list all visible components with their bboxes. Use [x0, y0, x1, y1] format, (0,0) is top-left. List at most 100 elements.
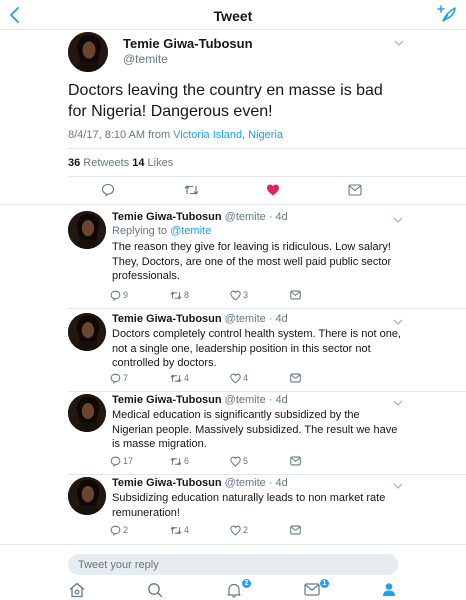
tab-search[interactable] — [147, 582, 167, 600]
author-name[interactable]: Temie Giwa-Tubosun — [112, 394, 222, 406]
author-name[interactable]: Temie Giwa-Tubosun — [112, 477, 222, 489]
like-button[interactable]: 5 — [230, 455, 248, 467]
reply-count: 17 — [123, 456, 134, 466]
tweet-metadata: 8/4/17, 8:10 AM from Victoria Island, Ni… — [68, 129, 283, 141]
retweet-button[interactable]: 8 — [170, 289, 189, 301]
tab-profile[interactable] — [382, 582, 402, 600]
retweet-count: 4 — [184, 373, 190, 383]
avatar[interactable] — [68, 394, 106, 432]
divider — [68, 474, 466, 475]
retweet-button[interactable]: 6 — [170, 455, 189, 467]
reply-actions: 9 8 3 — [110, 289, 310, 303]
direct-message-button[interactable] — [290, 289, 301, 301]
divider — [68, 391, 466, 392]
tweet-location[interactable]: Victoria Island, Nigeria — [173, 129, 283, 141]
tab-home[interactable] — [68, 582, 88, 600]
reply-actions: 7 4 4 — [110, 372, 310, 386]
like-count: 3 — [243, 290, 249, 300]
replying-to-handle[interactable]: @temite — [170, 225, 211, 237]
retweets-label[interactable]: Retweets — [80, 157, 132, 169]
chevron-down-icon[interactable] — [392, 482, 404, 490]
navigation-bar: Tweet — [0, 0, 466, 30]
author-handle-time: @temite · 4d — [221, 313, 288, 325]
like-count: 2 — [243, 525, 249, 535]
like-button[interactable]: 3 — [230, 289, 248, 301]
person-icon — [383, 583, 395, 596]
avatar[interactable] — [68, 477, 106, 515]
avatar[interactable] — [68, 313, 106, 351]
home-icon — [69, 582, 85, 598]
reply-actions: 17 6 5 — [110, 455, 310, 469]
tweet-timestamp: 8/4/17, 8:10 AM from — [68, 129, 174, 141]
retweet-button[interactable]: 4 — [170, 372, 189, 384]
author-name[interactable]: Temie Giwa-Tubosun — [123, 36, 253, 51]
reply-header: Temie Giwa-Tubosun @temite · 4d — [112, 394, 288, 406]
reply-input[interactable] — [68, 554, 398, 575]
direct-message-button[interactable] — [290, 455, 301, 467]
chevron-down-icon[interactable] — [392, 216, 404, 224]
reply-count: 7 — [123, 373, 129, 383]
retweet-button[interactable]: 4 — [170, 524, 189, 536]
reply-button[interactable]: 7 — [110, 372, 128, 384]
replying-to-label: Replying to — [112, 225, 171, 237]
author-handle-time: @temite · 4d — [221, 211, 288, 223]
like-icon-filled[interactable] — [266, 183, 280, 197]
page-title: Tweet — [213, 8, 253, 24]
author-name[interactable]: Temie Giwa-Tubosun — [112, 313, 222, 325]
direct-message-button[interactable] — [290, 524, 301, 536]
reply-button[interactable]: 2 — [110, 524, 128, 536]
tab-notifications[interactable]: 2 — [226, 579, 251, 600]
compose-tweet-button[interactable] — [434, 4, 458, 26]
notifications-badge: 2 — [242, 579, 251, 588]
bottom-bar: 2 1 — [0, 544, 466, 600]
divider — [68, 308, 466, 309]
reply-icon — [110, 373, 121, 384]
retweet-icon — [170, 291, 182, 299]
direct-message-icon[interactable] — [348, 184, 362, 196]
like-button[interactable]: 2 — [230, 524, 248, 536]
reply-header: Temie Giwa-Tubosun @temite · 4d — [112, 313, 288, 325]
reply-header: Temie Giwa-Tubosun @temite · 4d — [112, 477, 288, 489]
author-name[interactable]: Temie Giwa-Tubosun — [112, 211, 222, 223]
retweet-icon — [170, 457, 182, 465]
reply-icon — [110, 525, 121, 536]
author-handle-time: @temite · 4d — [221, 477, 288, 489]
retweets-count[interactable]: 36 — [68, 157, 80, 169]
tab-messages[interactable]: 1 — [304, 579, 329, 600]
reply-count: 9 — [123, 290, 129, 300]
reply-text: Subsidizing education naturally leads to… — [112, 492, 386, 519]
likes-count[interactable]: 14 — [132, 157, 144, 169]
chevron-down-icon[interactable] — [393, 39, 405, 47]
avatar[interactable] — [68, 32, 108, 72]
envelope-icon — [290, 525, 301, 535]
likes-label[interactable]: Likes — [144, 157, 174, 169]
reply-button[interactable]: 17 — [110, 455, 133, 467]
reply-text: The reason they give for leaving is ridi… — [112, 241, 392, 282]
retweet-count: 6 — [184, 456, 190, 466]
envelope-icon — [304, 583, 320, 596]
envelope-icon — [290, 290, 301, 300]
reply-icon[interactable] — [101, 183, 115, 197]
direct-message-button[interactable] — [290, 372, 301, 384]
chevron-down-icon[interactable] — [392, 399, 404, 407]
retweet-icon[interactable] — [184, 183, 199, 197]
envelope-icon — [290, 456, 301, 466]
reply-text: Medical education is significantly subsi… — [112, 409, 398, 450]
divider — [0, 204, 466, 205]
retweet-icon — [170, 526, 182, 534]
like-button[interactable]: 4 — [230, 372, 248, 384]
reply-button[interactable]: 9 — [110, 289, 128, 301]
like-count: 4 — [243, 373, 249, 383]
divider — [68, 176, 466, 177]
reply-text: Doctors completely control health system… — [112, 328, 401, 369]
avatar[interactable] — [68, 211, 106, 249]
compose-icon — [437, 5, 456, 22]
author-handle[interactable]: @temite — [123, 52, 168, 66]
heart-icon — [230, 525, 241, 535]
replying-to: Replying to @temite — [112, 225, 211, 237]
heart-icon — [230, 456, 241, 466]
reply-count: 2 — [123, 525, 129, 535]
heart-icon — [230, 290, 241, 300]
chevron-down-icon[interactable] — [392, 318, 404, 326]
messages-badge: 1 — [320, 579, 329, 588]
